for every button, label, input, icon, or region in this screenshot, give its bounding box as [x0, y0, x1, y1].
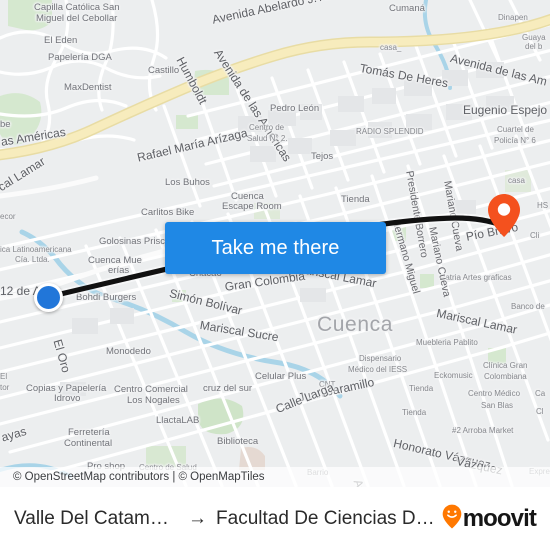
moovit-pin-smile-icon: [442, 504, 462, 534]
trip-destination-label: Facultad De Ciencias De La …: [216, 507, 442, 529]
trip-summary[interactable]: Valle Del Catamayo,… → Facultad De Cienc…: [14, 508, 442, 530]
take-me-there-label: Take me there: [211, 236, 340, 259]
moovit-brand[interactable]: moovit: [442, 504, 537, 534]
trip-footer-bar: Valle Del Catamayo,… → Facultad De Cienc…: [0, 487, 550, 550]
take-me-there-button[interactable]: Take me there: [165, 222, 386, 274]
map-view[interactable]: Capilla Católica San Miguel del Cebollar E…: [0, 0, 550, 487]
moovit-trip-screen: Capilla Católica San Miguel del Cebollar E…: [0, 0, 550, 550]
moovit-wordmark: moovit: [462, 504, 537, 532]
attribution-text: © OpenStreetMap contributors | © OpenMap…: [13, 471, 265, 483]
arrow-right-icon: →: [188, 507, 208, 529]
origin-location-dot[interactable]: [34, 283, 63, 312]
trip-origin-label: Valle Del Catamayo,…: [14, 507, 179, 529]
map-attribution: © OpenStreetMap contributors | © OpenMap…: [0, 467, 550, 487]
destination-pin-icon[interactable]: [487, 193, 521, 238]
